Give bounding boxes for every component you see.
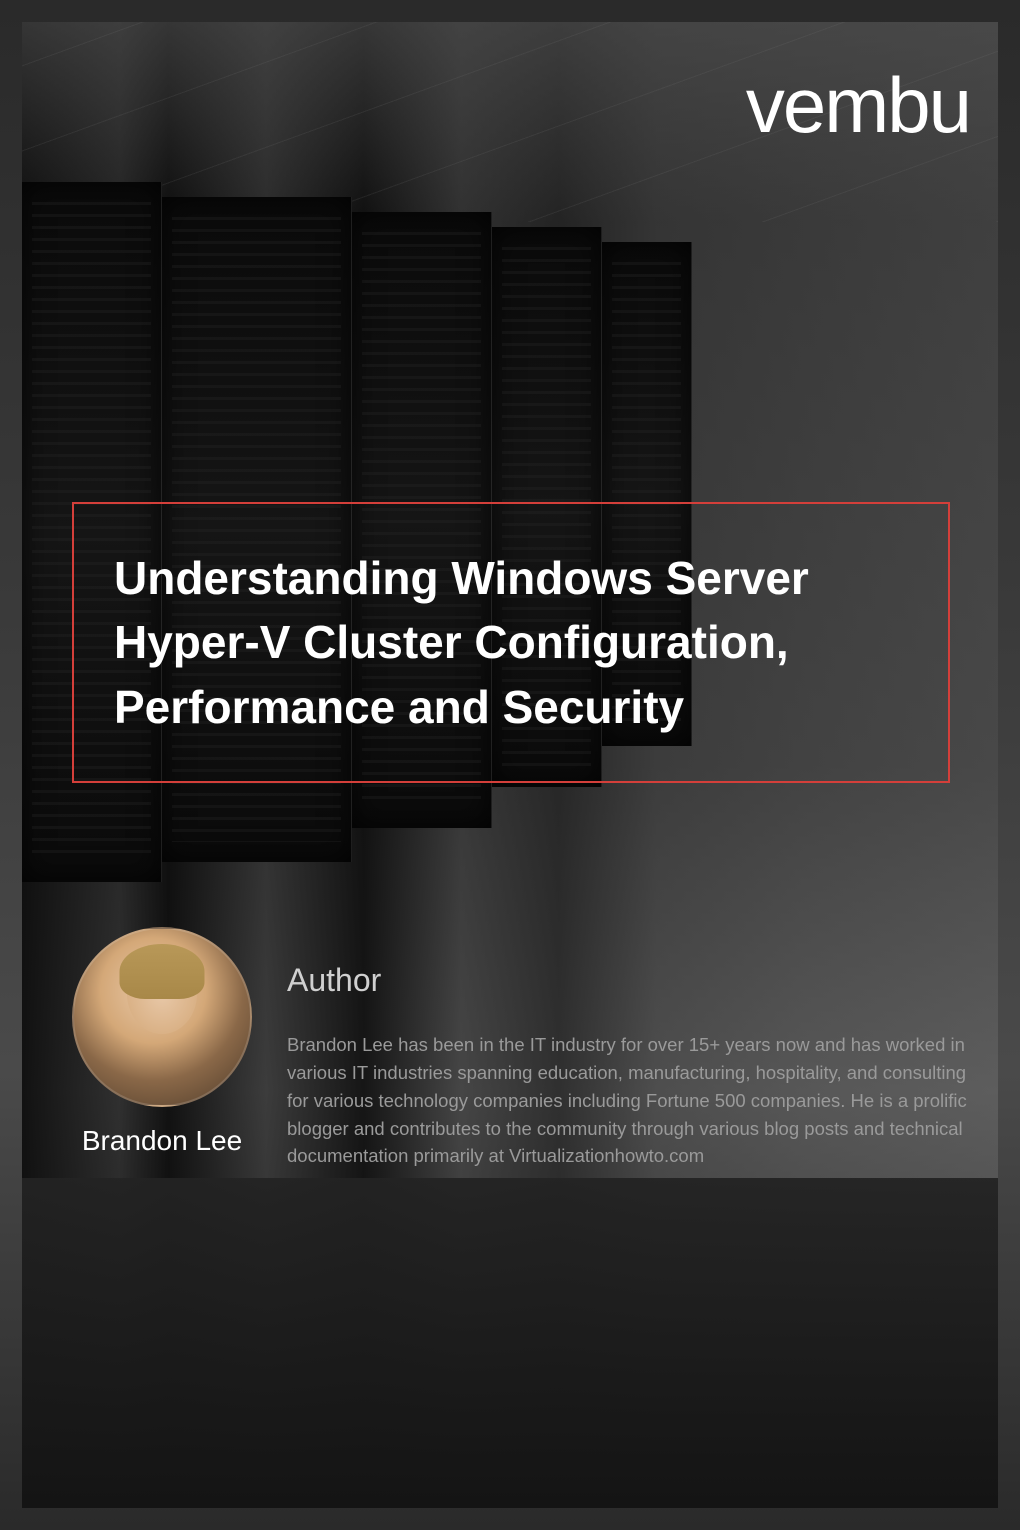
author-right-column: Author Brandon Lee has been in the IT in… (287, 927, 970, 1170)
document-cover-page: vembu Understanding Windows Server Hyper… (0, 0, 1020, 1530)
brand-logo: vembu (746, 60, 970, 151)
author-bio: Brandon Lee has been in the IT industry … (287, 1031, 970, 1170)
author-left-column: Brandon Lee (72, 927, 252, 1157)
author-photo (72, 927, 252, 1107)
author-name: Brandon Lee (82, 1125, 242, 1157)
author-label: Author (287, 962, 970, 999)
document-title-box: Understanding Windows Server Hyper-V Clu… (72, 502, 950, 783)
bottom-overlay (22, 1178, 998, 1508)
author-section: Brandon Lee Author Brandon Lee has been … (72, 927, 970, 1170)
document-title: Understanding Windows Server Hyper-V Clu… (114, 546, 908, 739)
